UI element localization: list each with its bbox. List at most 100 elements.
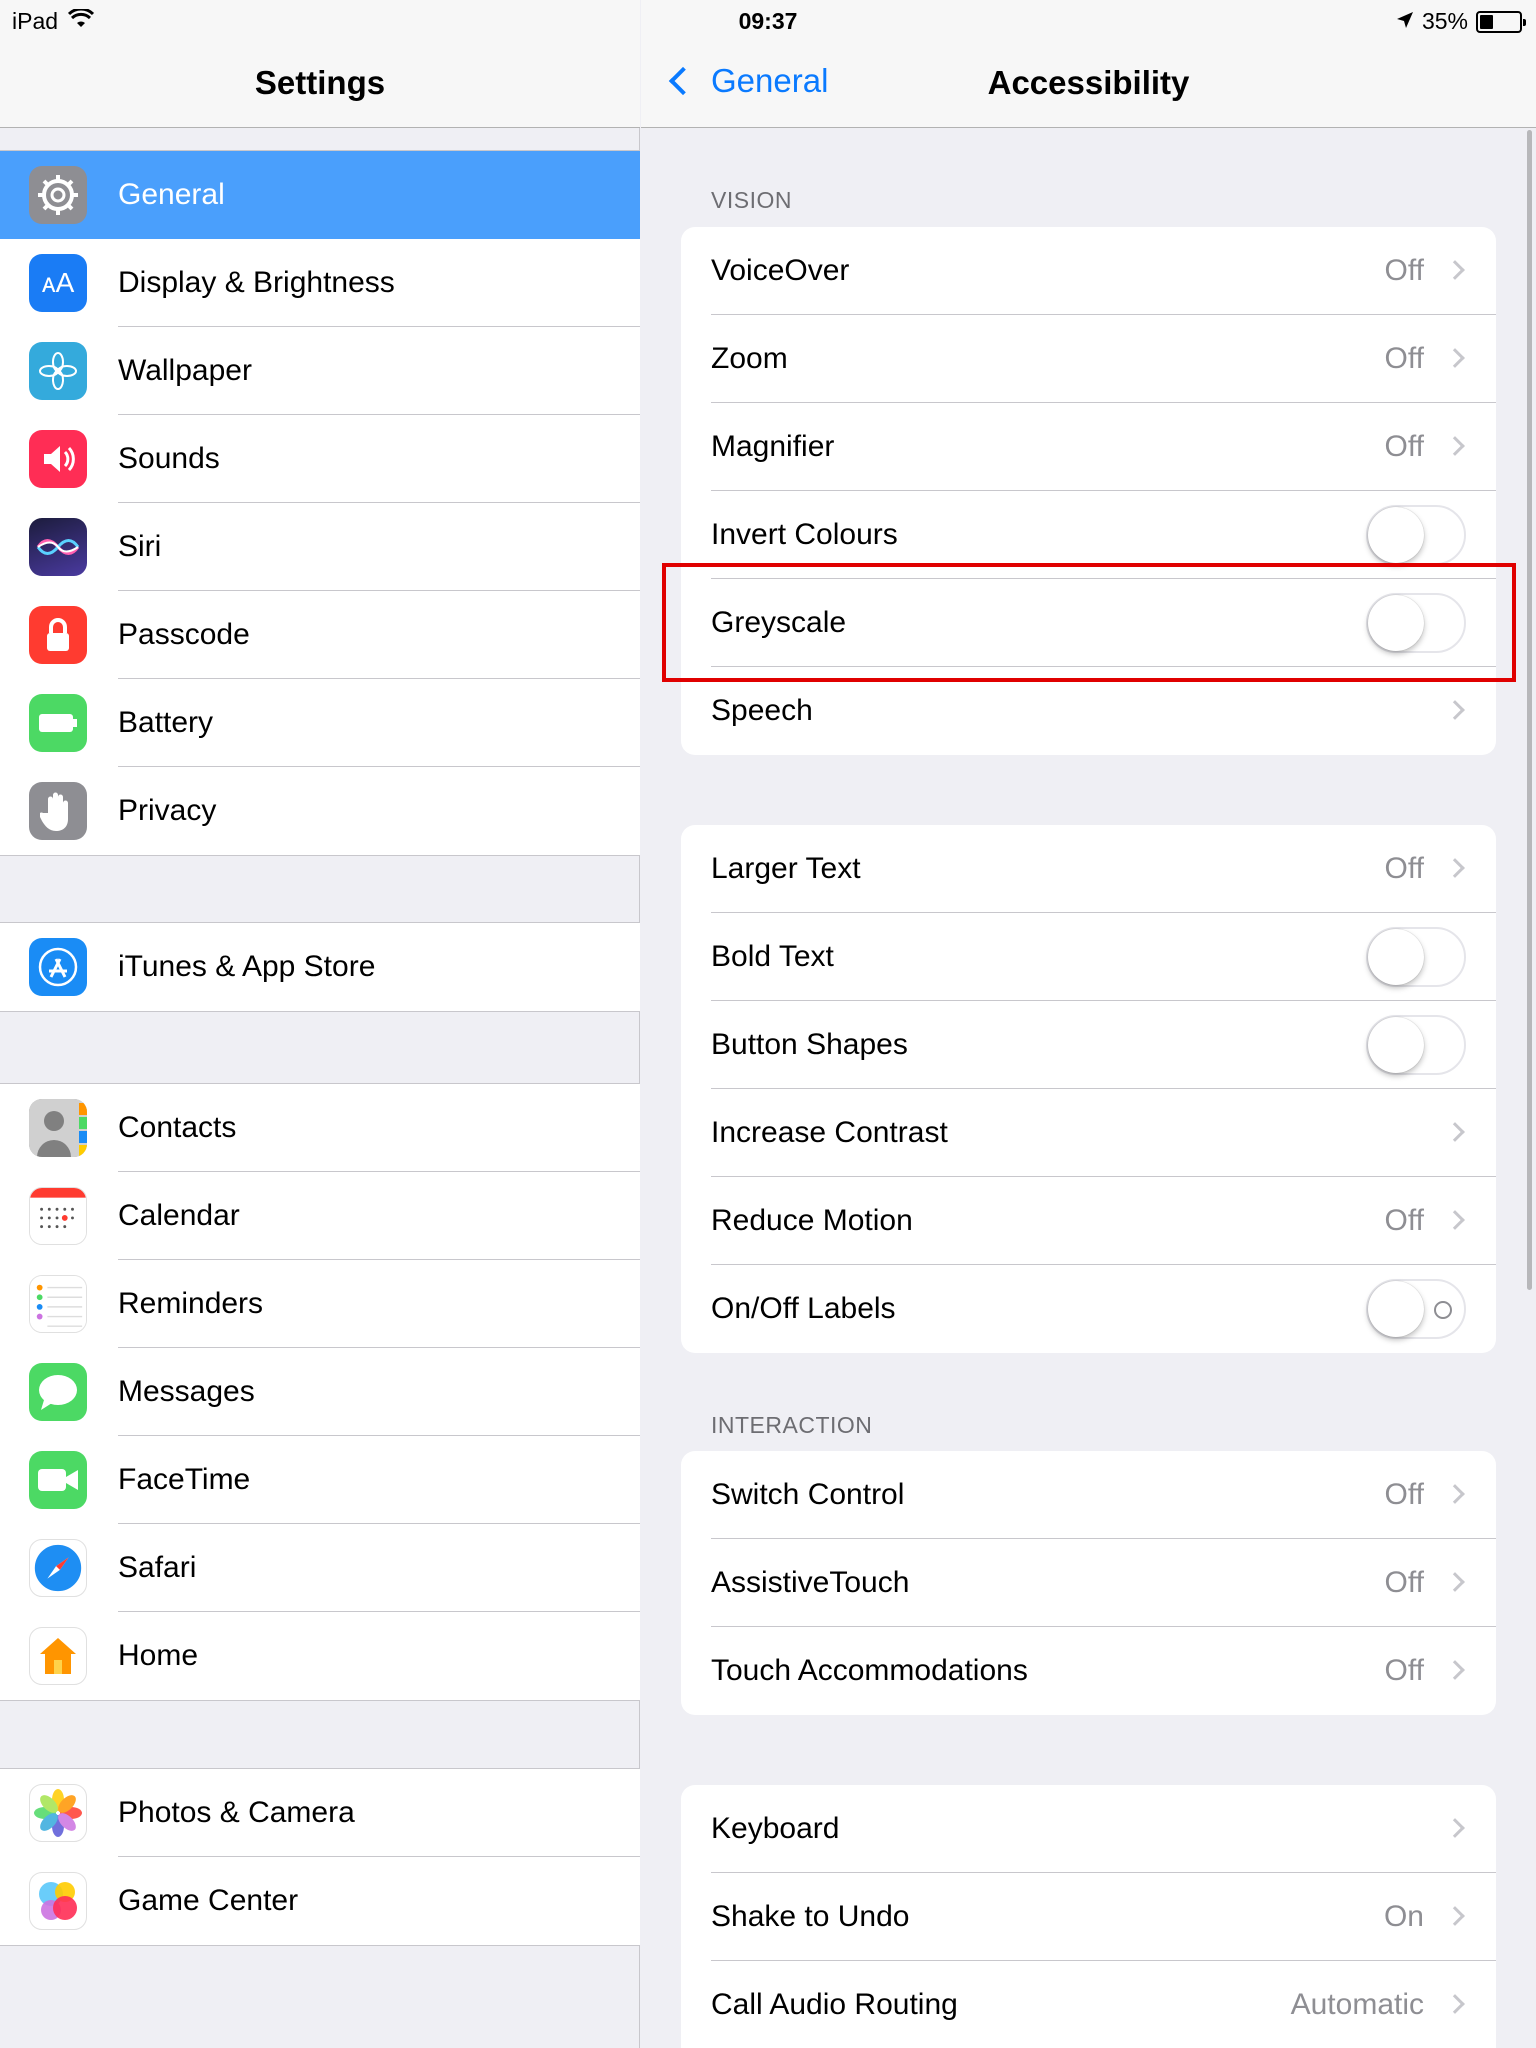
row-label: Reduce Motion <box>711 1204 913 1237</box>
gear-icon <box>29 166 87 224</box>
toggle-knob <box>1368 1017 1424 1073</box>
row-value: Off <box>1384 1204 1424 1237</box>
chevron-right-icon <box>1445 1210 1465 1230</box>
sidebar-item-label: Game Center <box>118 1884 299 1917</box>
text-size-icon: ᴀA <box>29 254 87 312</box>
app-store-icon <box>29 938 87 996</box>
sidebar-item-home[interactable]: Home <box>0 1612 640 1700</box>
siri-icon <box>29 518 87 576</box>
house-icon <box>29 1627 87 1685</box>
sidebar-item-general[interactable]: General <box>0 151 640 239</box>
row-reduce-motion[interactable]: Reduce Motion Off <box>681 1177 1496 1265</box>
chevron-right-icon <box>1445 1906 1465 1926</box>
bold-text-toggle[interactable] <box>1366 927 1466 987</box>
row-label: VoiceOver <box>711 254 850 287</box>
sidebar-item-reminders[interactable]: Reminders <box>0 1260 640 1348</box>
row-value: Off <box>1384 1654 1424 1687</box>
status-right: 35% <box>1396 8 1526 35</box>
sidebar-item-label: Reminders <box>118 1287 264 1320</box>
chevron-right-icon <box>1445 1572 1465 1592</box>
accessibility-pane: General Accessibility VISION VoiceOver Off… <box>641 0 1536 2048</box>
hand-icon <box>29 782 87 840</box>
sidebar-item-photos-and-camera[interactable]: Photos & Camera <box>0 1769 640 1857</box>
settings-card: Keyboard Shake to Undo On Call Audio Routin… <box>681 1785 1496 2048</box>
row-value: Off <box>1384 1566 1424 1599</box>
settings-card: Larger Text Off Bold Text Button Shapes Incr… <box>681 825 1496 1353</box>
row-shake-to-undo[interactable]: Shake to Undo On <box>681 1873 1496 1961</box>
calendar-icon <box>29 1187 87 1245</box>
detail-title: Accessibility <box>987 64 1190 101</box>
toggle-knob <box>1368 507 1424 563</box>
row-value: Off <box>1384 852 1424 885</box>
chevron-right-icon <box>1445 858 1465 878</box>
battery-indicator <box>1476 10 1526 33</box>
sidebar-item-label: Siri <box>118 530 162 563</box>
chevron-right-icon <box>1445 1484 1465 1504</box>
row-switch-control[interactable]: Switch Control Off <box>681 1451 1496 1539</box>
sidebar-item-contacts[interactable]: Contacts <box>0 1084 640 1172</box>
chevron-right-icon <box>1445 1122 1465 1142</box>
row-label: Zoom <box>711 342 788 375</box>
sidebar-item-itunes-and-app-store[interactable]: iTunes & App Store <box>0 923 640 1011</box>
sidebar-item-label: Safari <box>118 1551 197 1584</box>
sidebar-item-label: General <box>118 178 225 211</box>
row-magnifier[interactable]: Magnifier Off <box>681 403 1496 491</box>
row-increase-contrast[interactable]: Increase Contrast <box>681 1089 1496 1177</box>
sidebar-item-display-and-brightness[interactable]: ᴀA Display & Brightness <box>0 239 640 327</box>
row-label: Keyboard <box>711 1812 840 1845</box>
row-label: Speech <box>711 694 813 727</box>
chevron-right-icon <box>1445 436 1465 456</box>
row-voiceover[interactable]: VoiceOver Off <box>681 227 1496 315</box>
location-arrow-icon <box>1396 8 1414 35</box>
sidebar-item-sounds[interactable]: Sounds <box>0 415 640 503</box>
sidebar-item-facetime[interactable]: FaceTime <box>0 1436 640 1524</box>
row-call-audio-routing[interactable]: Call Audio Routing Automatic <box>681 1961 1496 2048</box>
row-on-off-labels: On/Off Labels <box>681 1265 1496 1353</box>
row-label: Touch Accommodations <box>711 1654 1028 1687</box>
button-shapes-toggle[interactable] <box>1366 1015 1466 1075</box>
toggle-knob <box>1368 1281 1424 1337</box>
photos-icon <box>29 1784 87 1842</box>
sidebar-item-privacy[interactable]: Privacy <box>0 767 640 855</box>
section-header-interaction: INTERACTION <box>711 1412 873 1438</box>
invert-colours-toggle[interactable] <box>1366 505 1466 565</box>
row-value: On <box>1383 1900 1424 1933</box>
contacts-icon <box>29 1099 87 1157</box>
sidebar-item-safari[interactable]: Safari <box>0 1524 640 1612</box>
lock-icon <box>29 606 87 664</box>
scrollbar[interactable] <box>1527 130 1532 1290</box>
speech-bubble-icon <box>29 1363 87 1421</box>
row-label: On/Off Labels <box>711 1292 896 1325</box>
row-keyboard[interactable]: Keyboard <box>681 1785 1496 1873</box>
section-header-vision: VISION <box>711 187 792 213</box>
highlight-box <box>662 563 1516 682</box>
sidebar-item-siri[interactable]: Siri <box>0 503 640 591</box>
row-zoom[interactable]: Zoom Off <box>681 315 1496 403</box>
sidebar-item-calendar[interactable]: Calendar <box>0 1172 640 1260</box>
sidebar-item-messages[interactable]: Messages <box>0 1348 640 1436</box>
reminders-icon <box>29 1275 87 1333</box>
off-label-icon <box>1434 1301 1452 1319</box>
row-label: Larger Text <box>711 852 861 885</box>
settings-card: Switch Control Off AssistiveTouch Off Touch … <box>681 1451 1496 1715</box>
battery-percent: 35% <box>1421 8 1468 34</box>
sidebar-item-passcode[interactable]: Passcode <box>0 591 640 679</box>
video-camera-icon <box>29 1451 87 1509</box>
sidebar-item-wallpaper[interactable]: Wallpaper <box>0 327 640 415</box>
row-label: Call Audio Routing <box>711 1988 958 2021</box>
sidebar-item-label: Messages <box>118 1375 255 1408</box>
row-assistivetouch[interactable]: AssistiveTouch Off <box>681 1539 1496 1627</box>
toggle-knob <box>1368 929 1424 985</box>
sidebar-item-label: iTunes & App Store <box>118 950 376 983</box>
chevron-right-icon <box>1445 700 1465 720</box>
sidebar-item-label: Sounds <box>118 442 220 475</box>
row-value: Off <box>1384 430 1424 463</box>
settings-group: Photos & Camera Game Center <box>0 1768 640 1946</box>
on-off-labels-toggle[interactable] <box>1366 1279 1466 1339</box>
sidebar-item-battery[interactable]: Battery <box>0 679 640 767</box>
game-center-icon <box>29 1872 87 1930</box>
row-larger-text[interactable]: Larger Text Off <box>681 825 1496 913</box>
row-touch-accommodations[interactable]: Touch Accommodations Off <box>681 1627 1496 1715</box>
sidebar-item-label: Calendar <box>118 1199 240 1232</box>
sidebar-item-game-center[interactable]: Game Center <box>0 1857 640 1945</box>
